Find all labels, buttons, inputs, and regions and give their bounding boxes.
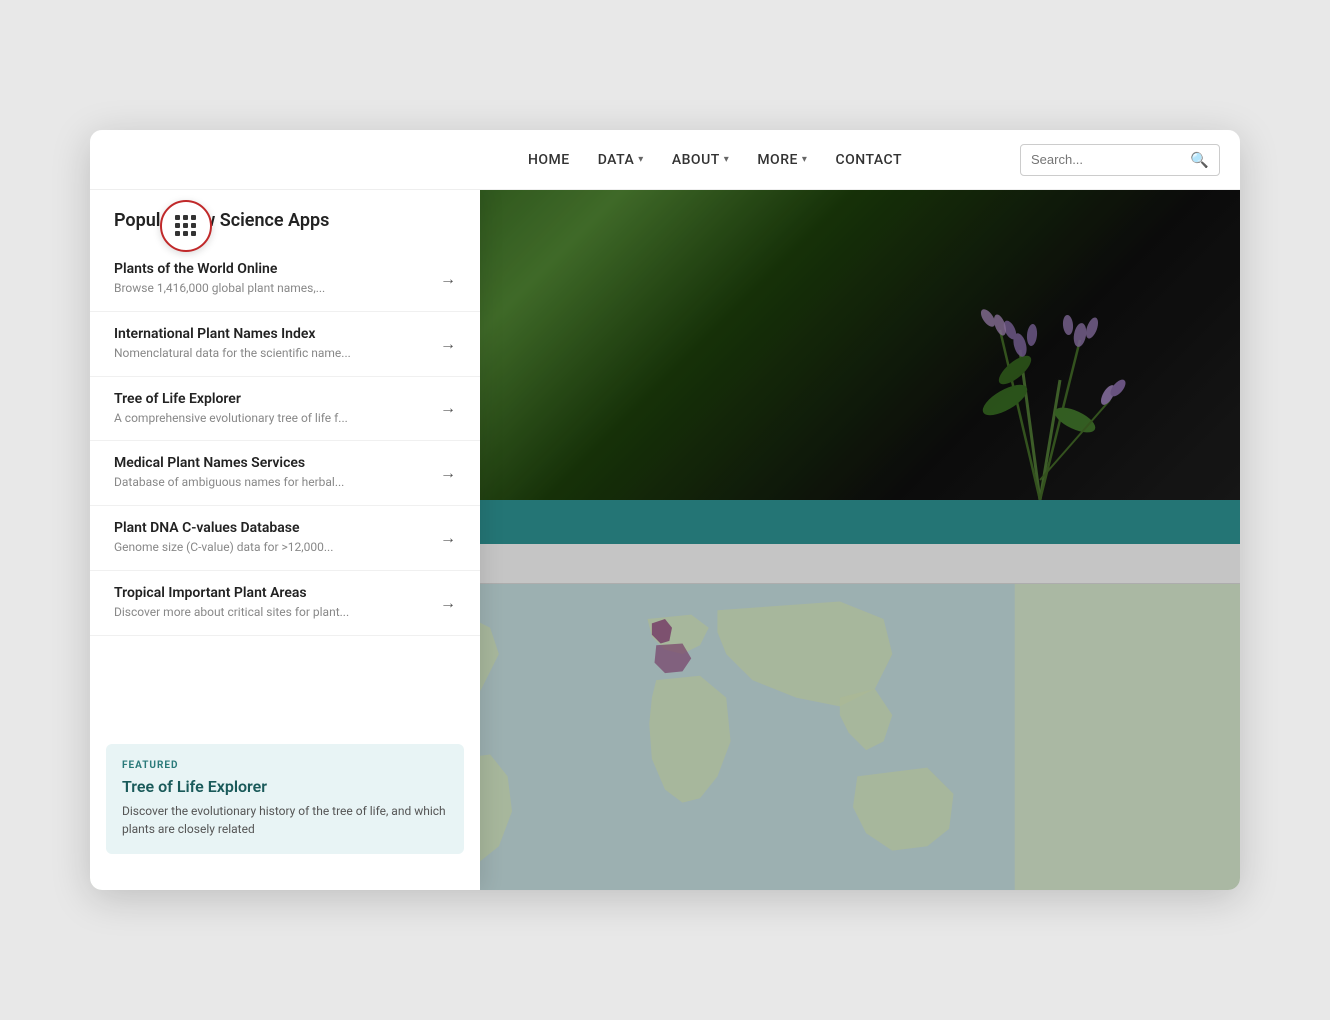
arrow-icon: → bbox=[440, 593, 456, 613]
chevron-down-icon: ▾ bbox=[724, 154, 730, 165]
featured-label: FEATURED bbox=[122, 760, 448, 771]
app-item-medical-plant[interactable]: Medical Plant Names Services Database of… bbox=[90, 441, 480, 506]
app-item-content: Plant DNA C-values Database Genome size … bbox=[114, 520, 428, 556]
browser-frame: HOME DATA ▾ ABOUT ▾ MORE ▾ CONTACT 🔍 bbox=[90, 130, 1240, 890]
chevron-down-icon: ▾ bbox=[802, 154, 808, 165]
app-item-name: Medical Plant Names Services bbox=[114, 455, 428, 471]
plant-illustration bbox=[840, 200, 1220, 500]
nav-home[interactable]: HOME bbox=[528, 152, 570, 168]
arrow-icon: → bbox=[440, 269, 456, 289]
arrow-icon: → bbox=[440, 463, 456, 483]
app-item-name: Tree of Life Explorer bbox=[114, 391, 428, 407]
app-item-desc: A comprehensive evolutionary tree of lif… bbox=[114, 410, 428, 427]
nav-links: HOME DATA ▾ ABOUT ▾ MORE ▾ CONTACT bbox=[410, 152, 1020, 168]
featured-desc: Discover the evolutionary history of the… bbox=[122, 802, 448, 838]
app-item-name: International Plant Names Index bbox=[114, 326, 428, 342]
nav-about[interactable]: ABOUT ▾ bbox=[672, 152, 730, 168]
app-item-desc: Discover more about critical sites for p… bbox=[114, 604, 428, 621]
sidebar-title: Popular Kew Science Apps bbox=[90, 210, 480, 247]
sidebar: Popular Kew Science Apps Plants of the W… bbox=[90, 190, 480, 890]
arrow-icon: → bbox=[440, 398, 456, 418]
navbar: HOME DATA ▾ ABOUT ▾ MORE ▾ CONTACT 🔍 bbox=[90, 130, 1240, 190]
grid-apps-button[interactable] bbox=[160, 200, 212, 252]
app-item-name: Plant DNA C-values Database bbox=[114, 520, 428, 536]
main-area: 2: 447 (1835) BHL ↗ is a nanophanerophyt… bbox=[90, 190, 1240, 890]
app-item-plants-world[interactable]: Plants of the World Online Browse 1,416,… bbox=[90, 247, 480, 312]
arrow-icon: → bbox=[440, 334, 456, 354]
app-item-ipni[interactable]: International Plant Names Index Nomencla… bbox=[90, 312, 480, 377]
grid-icon bbox=[175, 215, 197, 237]
arrow-icon: → bbox=[440, 528, 456, 548]
featured-card[interactable]: FEATURED Tree of Life Explorer Discover … bbox=[106, 744, 464, 854]
nav-more[interactable]: MORE ▾ bbox=[757, 152, 807, 168]
app-item-content: Tree of Life Explorer A comprehensive ev… bbox=[114, 391, 428, 427]
plant-image bbox=[390, 190, 1240, 500]
app-item-desc: Genome size (C-value) data for >12,000..… bbox=[114, 539, 428, 556]
app-item-tropical-areas[interactable]: Tropical Important Plant Areas Discover … bbox=[90, 571, 480, 636]
app-item-content: International Plant Names Index Nomencla… bbox=[114, 326, 428, 362]
app-item-name: Plants of the World Online bbox=[114, 261, 428, 277]
app-item-desc: Database of ambiguous names for herbal..… bbox=[114, 474, 428, 491]
search-input[interactable] bbox=[1031, 152, 1182, 167]
nav-contact[interactable]: CONTACT bbox=[835, 152, 902, 168]
app-item-content: Plants of the World Online Browse 1,416,… bbox=[114, 261, 428, 297]
nav-data[interactable]: DATA ▾ bbox=[598, 152, 644, 168]
chevron-down-icon: ▾ bbox=[638, 154, 644, 165]
app-item-desc: Browse 1,416,000 global plant names,... bbox=[114, 280, 428, 297]
app-item-tree-of-life[interactable]: Tree of Life Explorer A comprehensive ev… bbox=[90, 377, 480, 442]
featured-title: Tree of Life Explorer bbox=[122, 777, 448, 796]
search-bar[interactable]: 🔍 bbox=[1020, 144, 1220, 176]
app-item-dna-cvalues[interactable]: Plant DNA C-values Database Genome size … bbox=[90, 506, 480, 571]
search-icon[interactable]: 🔍 bbox=[1190, 151, 1209, 169]
app-item-name: Tropical Important Plant Areas bbox=[114, 585, 428, 601]
app-item-desc: Nomenclatural data for the scientific na… bbox=[114, 345, 428, 362]
app-item-content: Medical Plant Names Services Database of… bbox=[114, 455, 428, 491]
app-item-content: Tropical Important Plant Areas Discover … bbox=[114, 585, 428, 621]
app-list: Plants of the World Online Browse 1,416,… bbox=[90, 247, 480, 724]
